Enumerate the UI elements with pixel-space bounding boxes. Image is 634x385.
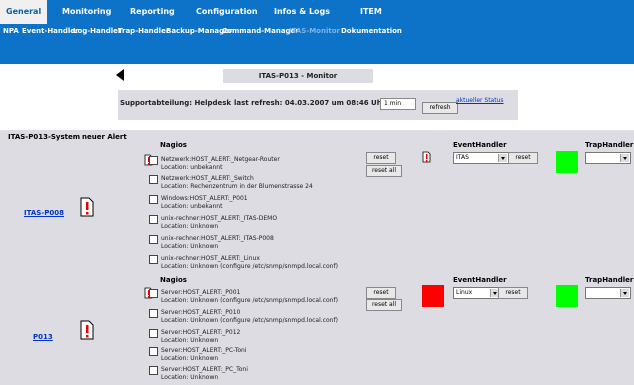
alert-document-icon[interactable] xyxy=(80,320,94,340)
host-link-itas-p008[interactable]: ITAS-P008 xyxy=(24,209,64,217)
eventhandler-label: EventHandler xyxy=(453,276,507,284)
subnav-trap-handler[interactable]: Trap-Handler xyxy=(118,27,169,35)
top-header: General Monitoring Reporting Configurati… xyxy=(0,0,634,64)
alert-document-icon[interactable] xyxy=(80,197,94,217)
subnav-event-handler[interactable]: Event-Handler xyxy=(22,27,79,35)
alert-checkbox[interactable] xyxy=(149,329,158,338)
alert-checkbox[interactable] xyxy=(149,175,158,184)
alert-checkbox[interactable] xyxy=(149,235,158,244)
alert-checkbox[interactable] xyxy=(149,366,158,375)
interval-value: 1 min xyxy=(384,100,402,107)
tab-configuration[interactable]: Configuration xyxy=(196,0,258,24)
eventhandler-select[interactable]: ITAS xyxy=(453,152,509,164)
new-alert-label: neuer Alert xyxy=(82,133,127,141)
alert-checkbox[interactable] xyxy=(149,156,158,165)
alert-location: Location: Rechenzentrum in der Blumenstr… xyxy=(161,183,313,190)
alert-title: Netzwerk:HOST_ALERT:_Switch xyxy=(161,175,254,182)
eventhandler-label: EventHandler xyxy=(453,141,507,149)
alert-location: Location: unbekannt xyxy=(161,203,223,210)
traphandler-label: TrapHandler xyxy=(585,276,634,284)
nagios-label: Nagios xyxy=(160,276,187,284)
back-arrow-icon[interactable] xyxy=(116,69,124,81)
alert-location: Location: Unknown xyxy=(161,374,219,381)
eventhandler-reset-button[interactable]: reset xyxy=(508,152,538,164)
system-label: ITAS-P013-System xyxy=(8,133,81,141)
tab-monitoring[interactable]: Monitoring xyxy=(62,0,111,24)
alert-location: Location: Unknown xyxy=(161,243,219,250)
alert-checkbox[interactable] xyxy=(149,215,158,224)
reset-all-button[interactable]: reset all xyxy=(366,165,402,177)
alert-title: Server:HOST_ALERT:_P001 xyxy=(161,289,241,296)
traphandler-select[interactable] xyxy=(585,287,631,299)
alert-location: Location: Unknown (configure /etc/snmp/s… xyxy=(161,263,338,270)
tab-general[interactable]: General xyxy=(0,0,48,24)
alert-location: Location: Unknown xyxy=(161,337,219,344)
traphandler-label: TrapHandler xyxy=(585,141,634,149)
alert-checkbox[interactable] xyxy=(149,195,158,204)
current-status-link[interactable]: aktueller Status xyxy=(456,97,504,104)
page-title: ITAS-P013 - Monitor xyxy=(223,69,373,83)
reset-button[interactable]: reset xyxy=(366,152,396,164)
alert-checkbox[interactable] xyxy=(149,255,158,264)
alert-location: Location: unbekannt xyxy=(161,164,223,171)
nagios-label: Nagios xyxy=(160,141,187,149)
refresh-button[interactable]: refresh xyxy=(422,102,458,114)
reset-all-button[interactable]: reset all xyxy=(366,299,402,311)
small-alert-document-icon[interactable] xyxy=(422,151,431,163)
alert-title: Server:HOST_ALERT:_P010 xyxy=(161,309,241,316)
alert-location: Location: Unknown xyxy=(161,223,219,230)
status-indicator xyxy=(556,285,578,307)
alert-title: Netzwerk:HOST_ALERT:_Netgear-Router xyxy=(161,156,280,163)
subnav-dokumentation[interactable]: Dokumentation xyxy=(341,27,402,35)
subnav-log-handler[interactable]: Log-Handler xyxy=(73,27,121,35)
alert-title: Server:HOST_ALERT:_PC-Toni xyxy=(161,347,247,354)
status-indicator xyxy=(556,151,578,173)
alert-title: unix-rechner:HOST_ALERT:_ITAS-P008 xyxy=(161,235,274,242)
traphandler-select[interactable] xyxy=(585,152,631,164)
alert-title: Server:HOST_ALERT:_P012 xyxy=(161,329,241,336)
alert-title: unix-rechner:HOST_ALERT:_ITAS-DEMO xyxy=(161,215,278,222)
alert-checkbox[interactable] xyxy=(149,309,158,318)
tab-item[interactable]: ITEM xyxy=(360,0,382,24)
secondary-nav: NPA Event-Handler Log-Handler Trap-Handl… xyxy=(0,24,634,40)
support-dept-label: Supportabteilung: Helpdesk xyxy=(120,99,232,107)
alert-panel: ITAS-P013-System neuer Alert xyxy=(0,130,634,385)
last-refresh-label: last refresh: 04.03.2007 um 08:46 Uhr xyxy=(234,99,386,107)
alert-title: Server:HOST_ALERT:_PC_Toni xyxy=(161,366,248,373)
alert-checkbox[interactable] xyxy=(149,347,158,356)
dropdown-arrow-icon xyxy=(620,154,629,162)
alert-title: unix-rechner:HOST_ALERT:_Linux xyxy=(161,255,260,262)
reset-button[interactable]: reset xyxy=(366,287,396,299)
dropdown-arrow-icon xyxy=(498,154,507,162)
event-status-indicator xyxy=(422,285,444,307)
subnav-command-manager[interactable]: Command-Manager xyxy=(222,27,299,35)
alert-title: Windows:HOST_ALERT:_P001 xyxy=(161,195,248,202)
subnav-npa[interactable]: NPA xyxy=(3,27,19,35)
alert-checkbox[interactable] xyxy=(149,289,158,298)
alert-location: Location: Unknown (configure /etc/snmp/s… xyxy=(161,297,338,304)
eventhandler-select-value: Linux xyxy=(456,289,473,296)
eventhandler-select[interactable]: Linux xyxy=(453,287,501,299)
primary-nav: General Monitoring Reporting Configurati… xyxy=(0,0,634,24)
status-header: Supportabteilung: Helpdesk last refresh:… xyxy=(118,90,518,120)
alert-location: Location: Unknown (configure /etc/snmp/s… xyxy=(161,317,338,324)
subnav-itas-monitor[interactable]: ITAS-Monitor xyxy=(289,27,340,35)
alert-location: Location: Unknown xyxy=(161,355,219,362)
tab-reporting[interactable]: Reporting xyxy=(130,0,175,24)
dropdown-arrow-icon xyxy=(620,289,629,297)
refresh-interval-select[interactable]: 1 min xyxy=(380,98,416,110)
eventhandler-reset-button[interactable]: reset xyxy=(498,287,528,299)
eventhandler-select-value: ITAS xyxy=(456,154,469,161)
host-link-p013[interactable]: P013 xyxy=(33,333,53,341)
tab-infos-logs[interactable]: Infos & Logs xyxy=(274,0,330,24)
